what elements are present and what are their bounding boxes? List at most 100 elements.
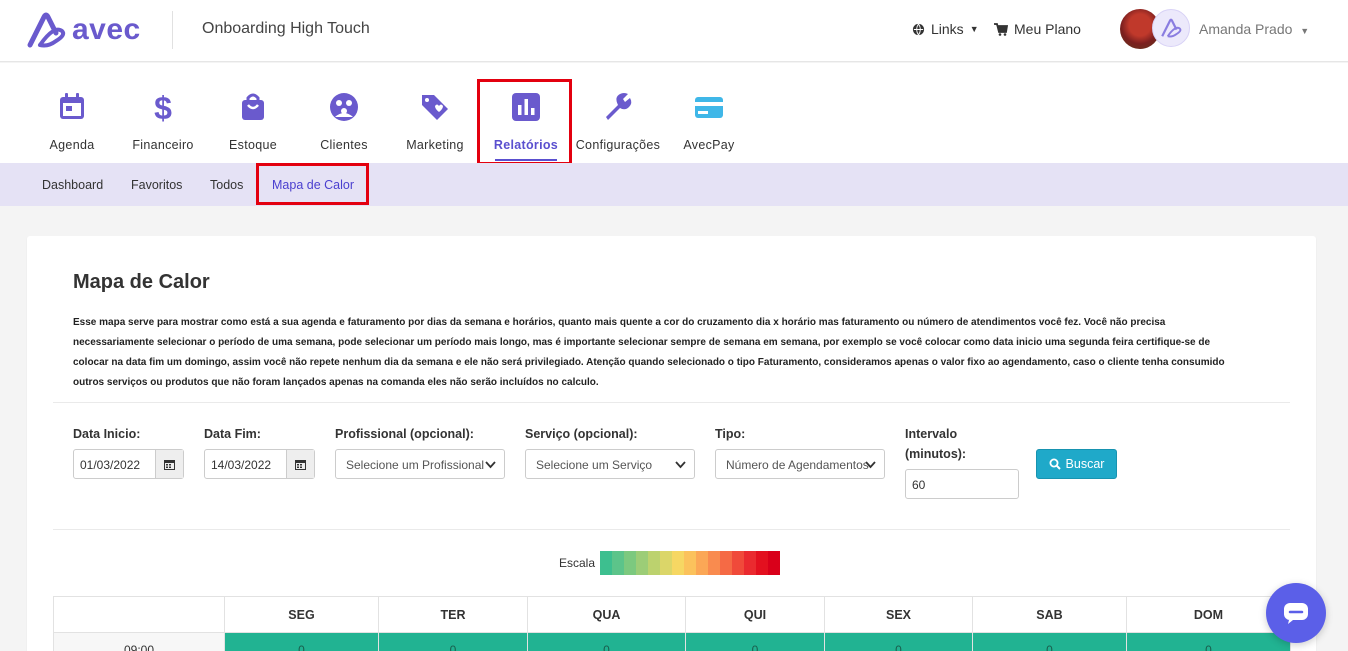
heat-cell: 0 (224, 632, 379, 651)
service-value: Selecione um Serviço (536, 458, 653, 472)
divider (53, 402, 1290, 403)
divider (53, 529, 1290, 530)
dollar-icon: $ (154, 91, 172, 123)
start-date-label: Data Inicio: (73, 427, 141, 441)
interval-input[interactable]: 60 (905, 469, 1019, 499)
top-header: avec Onboarding High Touch Links ▼ Meu P… (0, 0, 1348, 62)
scale-swatch (696, 551, 708, 575)
type-select[interactable]: Número de Agendamentos (715, 449, 885, 479)
heat-cell: 0 (824, 632, 973, 651)
scale-swatch (600, 551, 612, 575)
page-description: Esse mapa serve para mostrar como está a… (73, 317, 1225, 388)
search-button[interactable]: Buscar (1036, 449, 1117, 479)
scale-swatch (612, 551, 624, 575)
avec-badge-icon (1152, 9, 1190, 47)
scale-swatch (732, 551, 744, 575)
calendar-icon[interactable] (155, 450, 183, 478)
globe-icon (912, 23, 925, 35)
sub-nav: Dashboard Favoritos Todos Mapa de Calor (0, 163, 1348, 206)
meu-plano-link[interactable]: Meu Plano (994, 21, 1081, 37)
chat-button[interactable] (1266, 583, 1326, 643)
heat-cell: 0 (972, 632, 1127, 651)
heat-cell: 0 (1126, 632, 1291, 651)
page-title: Mapa de Calor (73, 271, 210, 293)
scale-swatch (648, 551, 660, 575)
professional-label: Profissional (opcional): (335, 427, 474, 441)
end-date-input[interactable]: 14/03/2022 (204, 449, 315, 479)
hour-cell: 09:00 (53, 632, 225, 651)
module-financeiro[interactable]: $ Financeiro (118, 63, 208, 163)
module-label: Clientes (320, 138, 368, 152)
tag-heart-icon (422, 95, 448, 120)
module-marketing[interactable]: Marketing (390, 63, 480, 163)
logo-text: avec (72, 13, 141, 46)
day-header: TER (378, 596, 528, 633)
module-agenda[interactable]: Agenda (27, 63, 117, 163)
plan-label: Meu Plano (1014, 21, 1081, 37)
credit-card-icon (695, 97, 723, 118)
links-dropdown[interactable]: Links ▼ (912, 21, 979, 37)
scale-swatch (720, 551, 732, 575)
svg-text:$: $ (154, 91, 172, 123)
module-nav: Agenda $ Financeiro Estoque Clientes Mar… (0, 63, 1348, 163)
chat-icon (1284, 603, 1308, 624)
avec-logo[interactable]: avec (26, 11, 141, 49)
module-avecpay[interactable]: AvecPay (664, 63, 754, 163)
user-menu[interactable]: Amanda Prado ▼ (1199, 21, 1309, 37)
scale-swatch (636, 551, 648, 575)
type-label: Tipo: (715, 427, 746, 441)
highlight-box-mapa-de-calor (256, 163, 369, 205)
header-divider (172, 11, 173, 49)
heat-cell: 0 (685, 632, 825, 651)
subnav-dashboard[interactable]: Dashboard (42, 178, 103, 192)
calendar-icon[interactable] (286, 450, 314, 478)
scale-swatch (708, 551, 720, 575)
scale-swatch (624, 551, 636, 575)
search-icon (1049, 458, 1061, 470)
subnav-favoritos[interactable]: Favoritos (131, 178, 182, 192)
wrench-icon (606, 93, 632, 120)
interval-label: Intervalo (905, 427, 958, 441)
module-estoque[interactable]: Estoque (208, 63, 298, 163)
type-value: Número de Agendamentos (726, 458, 869, 472)
module-label: Financeiro (132, 138, 194, 152)
shopping-bag-icon (242, 93, 264, 120)
search-label: Buscar (1065, 457, 1105, 471)
heatmap-header-row: SEG TER QUA QUI SEX SAB DOM (53, 596, 1291, 633)
module-label: Estoque (229, 138, 277, 152)
module-label: Agenda (49, 138, 95, 152)
links-label: Links (931, 21, 964, 37)
app-name: Onboarding High Touch (202, 20, 370, 37)
end-date-value: 14/03/2022 (211, 458, 272, 472)
scale-swatch (660, 551, 672, 575)
interval-label-unit: (minutos): (905, 447, 967, 461)
heat-cell: 0 (378, 632, 528, 651)
subnav-todos[interactable]: Todos (210, 178, 243, 192)
scale-swatch (756, 551, 768, 575)
module-label: AvecPay (683, 138, 735, 152)
scale-label: Escala (559, 556, 596, 570)
professional-select[interactable]: Selecione um Profissional (335, 449, 505, 479)
table-row: 09:00 0 0 0 0 0 0 0 (53, 632, 1291, 651)
module-configuracoes[interactable]: Configurações (573, 63, 663, 163)
module-label: Configurações (575, 138, 661, 152)
caret-down-icon: ▼ (969, 24, 979, 34)
cart-icon (994, 22, 1008, 36)
professional-value: Selecione um Profissional (346, 458, 485, 472)
start-date-value: 01/03/2022 (80, 458, 141, 472)
heat-cell: 0 (527, 632, 686, 651)
scale-swatch (744, 551, 756, 575)
day-header: SAB (972, 596, 1127, 633)
avec-logo-icon (27, 12, 66, 48)
day-header: QUA (527, 596, 686, 633)
user-name: Amanda Prado (1199, 21, 1293, 37)
scale-swatch (768, 551, 780, 575)
day-header: QUI (685, 596, 825, 633)
scale-swatch (684, 551, 696, 575)
scale-swatch (672, 551, 684, 575)
start-date-input[interactable]: 01/03/2022 (73, 449, 184, 479)
service-select[interactable]: Selecione um Serviço (525, 449, 695, 479)
module-clientes[interactable]: Clientes (299, 63, 389, 163)
heatmap-table: SEG TER QUA QUI SEX SAB DOM 09:00 0 0 0 0 0 0 0 (53, 596, 1291, 651)
day-header: SEG (224, 596, 379, 633)
